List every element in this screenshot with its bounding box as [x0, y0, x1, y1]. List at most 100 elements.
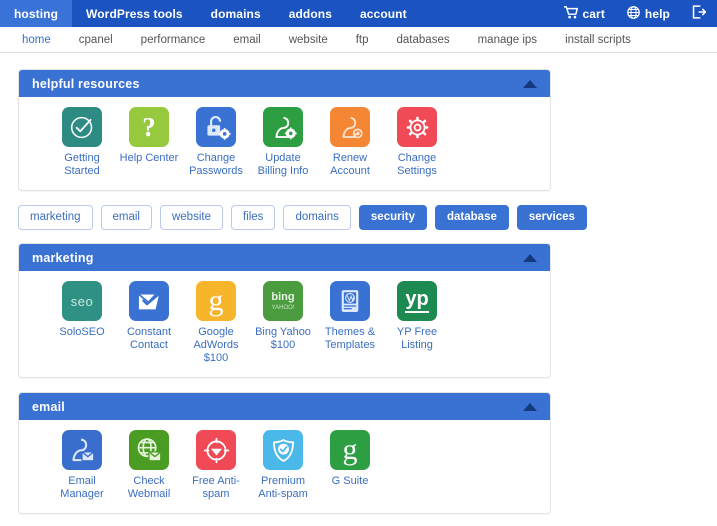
topnav-label: addons: [288, 6, 332, 21]
logout-button[interactable]: [681, 0, 717, 27]
tile-grid-marketing: seo SoloSEO Constant Contact g Google Ad…: [19, 281, 550, 365]
sub-navigation-bar: home cpanel performance email website ft…: [0, 27, 717, 53]
tile-label: Email Manager: [60, 475, 104, 500]
subnav-item-performance[interactable]: performance: [127, 34, 220, 46]
top-navigation-bar: hosting WordPress tools domains addons a…: [0, 0, 717, 27]
tile-label: Free Anti-spam: [192, 475, 240, 500]
help-label: help: [644, 6, 670, 21]
yellow-pages-icon: yp: [397, 281, 437, 321]
panel-header-marketing[interactable]: marketing: [19, 244, 550, 271]
tile-label: G Suite: [331, 475, 369, 487]
subnav-item-home[interactable]: home: [18, 34, 65, 46]
topnav-item-wordpress-tools[interactable]: WordPress tools: [72, 0, 197, 27]
tile-bing-yahoo[interactable]: bing YAHOO! Bing Yahoo $100: [250, 281, 316, 352]
panel-title: marketing: [32, 250, 94, 265]
pill-database[interactable]: database: [435, 205, 509, 230]
yp-glyph: yp: [405, 288, 429, 310]
panel-marketing: marketing seo SoloSEO Constant Contact g…: [18, 243, 551, 378]
pill-security[interactable]: security: [358, 205, 428, 230]
tile-premium-anti-spam[interactable]: Premium Anti-spam: [250, 430, 316, 501]
help-globe-icon: [627, 5, 640, 22]
check-shield-icon: [263, 430, 303, 470]
tile-label: Getting Started: [64, 152, 100, 177]
tile-getting-started[interactable]: Getting Started: [49, 107, 115, 178]
pill-domains[interactable]: domains: [283, 205, 351, 230]
tile-themes-templates[interactable]: Themes & Templates: [317, 281, 383, 352]
panel-title: email: [32, 399, 65, 414]
seo-glyph: seo: [70, 293, 94, 309]
panel-spacer: [0, 378, 717, 392]
google-g-icon: g: [330, 430, 370, 470]
subnav-item-databases[interactable]: databases: [383, 34, 464, 46]
tile-label: YP Free Listing: [396, 326, 438, 351]
help-button[interactable]: help: [616, 0, 681, 27]
subnav-item-cpanel[interactable]: cpanel: [65, 34, 127, 46]
user-gear-icon: [263, 107, 303, 147]
pill-services[interactable]: services: [516, 205, 587, 230]
tile-label: Change Settings: [397, 152, 437, 177]
tile-free-anti-spam[interactable]: Free Anti-spam: [183, 430, 249, 501]
pill-marketing[interactable]: marketing: [18, 205, 93, 230]
tile-google-adwords[interactable]: g Google AdWords $100: [183, 281, 249, 365]
user-envelope-icon: [62, 430, 102, 470]
subnav-item-manage-ips[interactable]: manage ips: [464, 34, 551, 46]
tile-label: Change Passwords: [189, 152, 243, 177]
tile-yp-free-listing[interactable]: yp YP Free Listing: [384, 281, 450, 352]
tile-renew-account[interactable]: Renew Account: [317, 107, 383, 178]
pill-files[interactable]: files: [230, 205, 276, 230]
topnav-item-account[interactable]: account: [346, 0, 421, 27]
shield-target-icon: [196, 430, 236, 470]
logout-icon: [692, 5, 707, 22]
pill-website[interactable]: website: [159, 205, 223, 230]
tile-soloseo[interactable]: seo SoloSEO: [49, 281, 115, 339]
tile-help-center[interactable]: ? Help Center: [116, 107, 182, 165]
collapse-caret-up-icon[interactable]: [523, 402, 537, 411]
subnav-item-install-scripts[interactable]: install scripts: [551, 34, 645, 46]
bing-yahoo-icon: bing YAHOO!: [263, 281, 303, 321]
topnav-label: account: [360, 6, 407, 21]
collapse-caret-up-icon[interactable]: [523, 79, 537, 88]
lock-gear-icon: [196, 107, 236, 147]
panel-email: email Email Manager Check Webmail Free A…: [18, 392, 551, 514]
topnav-item-hosting[interactable]: hosting: [0, 0, 73, 27]
tile-grid-helpful-resources: Getting Started ? Help Center Change Pas…: [19, 107, 550, 178]
google-g-glyph: g: [208, 284, 224, 317]
topnav-item-addons[interactable]: addons: [275, 0, 346, 27]
tile-change-settings[interactable]: Change Settings: [384, 107, 450, 178]
subnav-item-email[interactable]: email: [219, 34, 274, 46]
question-mark-icon: ?: [129, 107, 169, 147]
tile-label: Bing Yahoo $100: [255, 326, 311, 351]
user-renew-icon: [330, 107, 370, 147]
tile-label: Google AdWords $100: [193, 326, 239, 364]
tile-label: SoloSEO: [59, 326, 105, 338]
panel-body-marketing: seo SoloSEO Constant Contact g Google Ad…: [19, 271, 550, 377]
top-nav-utility-items: cart help: [553, 0, 717, 27]
collapse-caret-up-icon[interactable]: [523, 253, 537, 262]
pill-email[interactable]: email: [100, 205, 152, 230]
tile-grid-email: Email Manager Check Webmail Free Anti-sp…: [19, 430, 550, 501]
seo-icon: seo: [62, 281, 102, 321]
google-g-glyph: g: [342, 433, 358, 466]
yp-underline: [405, 311, 429, 313]
panel-header-email[interactable]: email: [19, 393, 550, 420]
subnav-item-ftp[interactable]: ftp: [342, 34, 383, 46]
tile-email-manager[interactable]: Email Manager: [49, 430, 115, 501]
panel-body-email: Email Manager Check Webmail Free Anti-sp…: [19, 420, 550, 513]
panel-header-helpful-resources[interactable]: helpful resources: [19, 70, 550, 97]
tile-constant-contact[interactable]: Constant Contact: [116, 281, 182, 352]
tile-change-passwords[interactable]: Change Passwords: [183, 107, 249, 178]
tile-g-suite[interactable]: g G Suite: [317, 430, 383, 488]
tile-label: Themes & Templates: [324, 326, 376, 351]
wordpress-themes-icon: [330, 281, 370, 321]
topnav-label: domains: [210, 6, 261, 21]
cart-label: cart: [582, 6, 605, 21]
tile-update-billing-info[interactable]: Update Billing Info: [250, 107, 316, 178]
topnav-item-domains[interactable]: domains: [197, 0, 275, 27]
tile-label: Check Webmail: [127, 475, 171, 500]
panel-helpful-resources: helpful resources Getting Started ? Help…: [18, 69, 551, 191]
tile-check-webmail[interactable]: Check Webmail: [116, 430, 182, 501]
panel-title: helpful resources: [32, 76, 140, 91]
category-filter-pills: marketing email website files domains se…: [0, 191, 717, 243]
subnav-item-website[interactable]: website: [275, 34, 342, 46]
cart-button[interactable]: cart: [553, 0, 616, 27]
